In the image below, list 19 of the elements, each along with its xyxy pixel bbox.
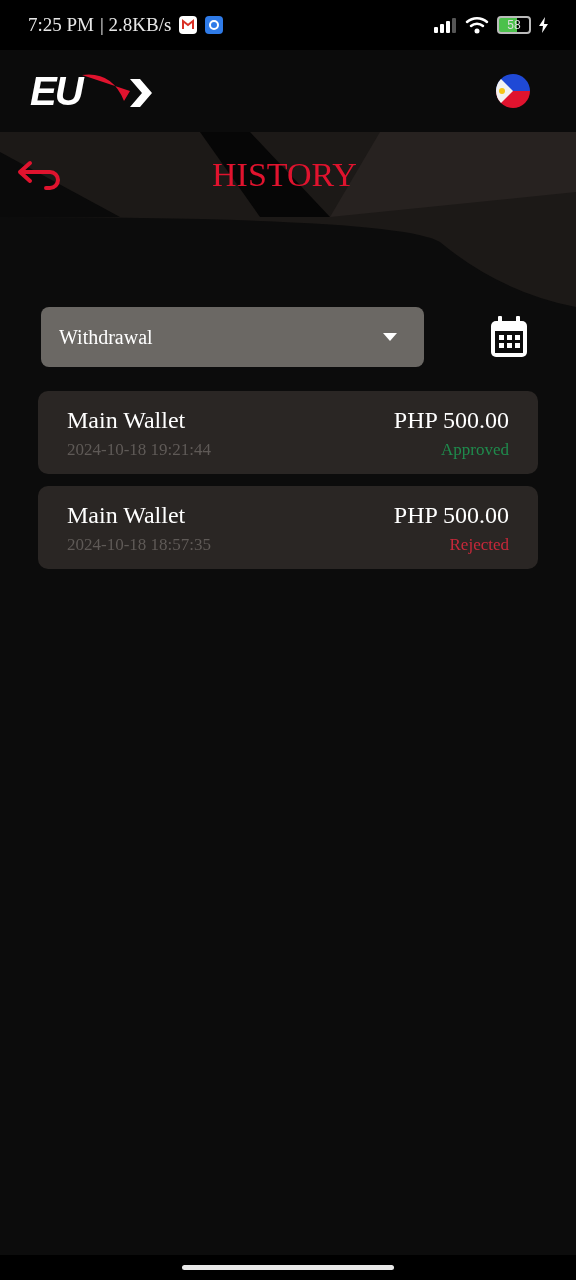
signal-icon: [433, 17, 457, 33]
status-time: 7:25 PM: [28, 14, 94, 36]
app-icon: [205, 16, 224, 34]
status-label: Approved: [441, 440, 509, 460]
network-speed: | 2.8KB/s: [100, 14, 172, 36]
caret-icon: [383, 333, 397, 341]
amount: PHP 500.00: [393, 407, 509, 434]
wallet-name: Main Wallet: [67, 407, 186, 434]
status-label: Rejected: [449, 535, 509, 555]
page-title: HISTORY: [212, 156, 357, 194]
logo: EU: [30, 69, 154, 113]
type-dropdown[interactable]: Withdrawal: [41, 307, 424, 367]
mail-icon: [179, 16, 198, 34]
amount: PHP 500.00: [393, 502, 509, 529]
wifi-icon: [465, 16, 489, 34]
wallet-name: Main Wallet: [67, 502, 186, 529]
flag-icon[interactable]: [496, 74, 530, 108]
calendar-icon[interactable]: [490, 316, 528, 358]
charging-icon: [539, 17, 548, 33]
